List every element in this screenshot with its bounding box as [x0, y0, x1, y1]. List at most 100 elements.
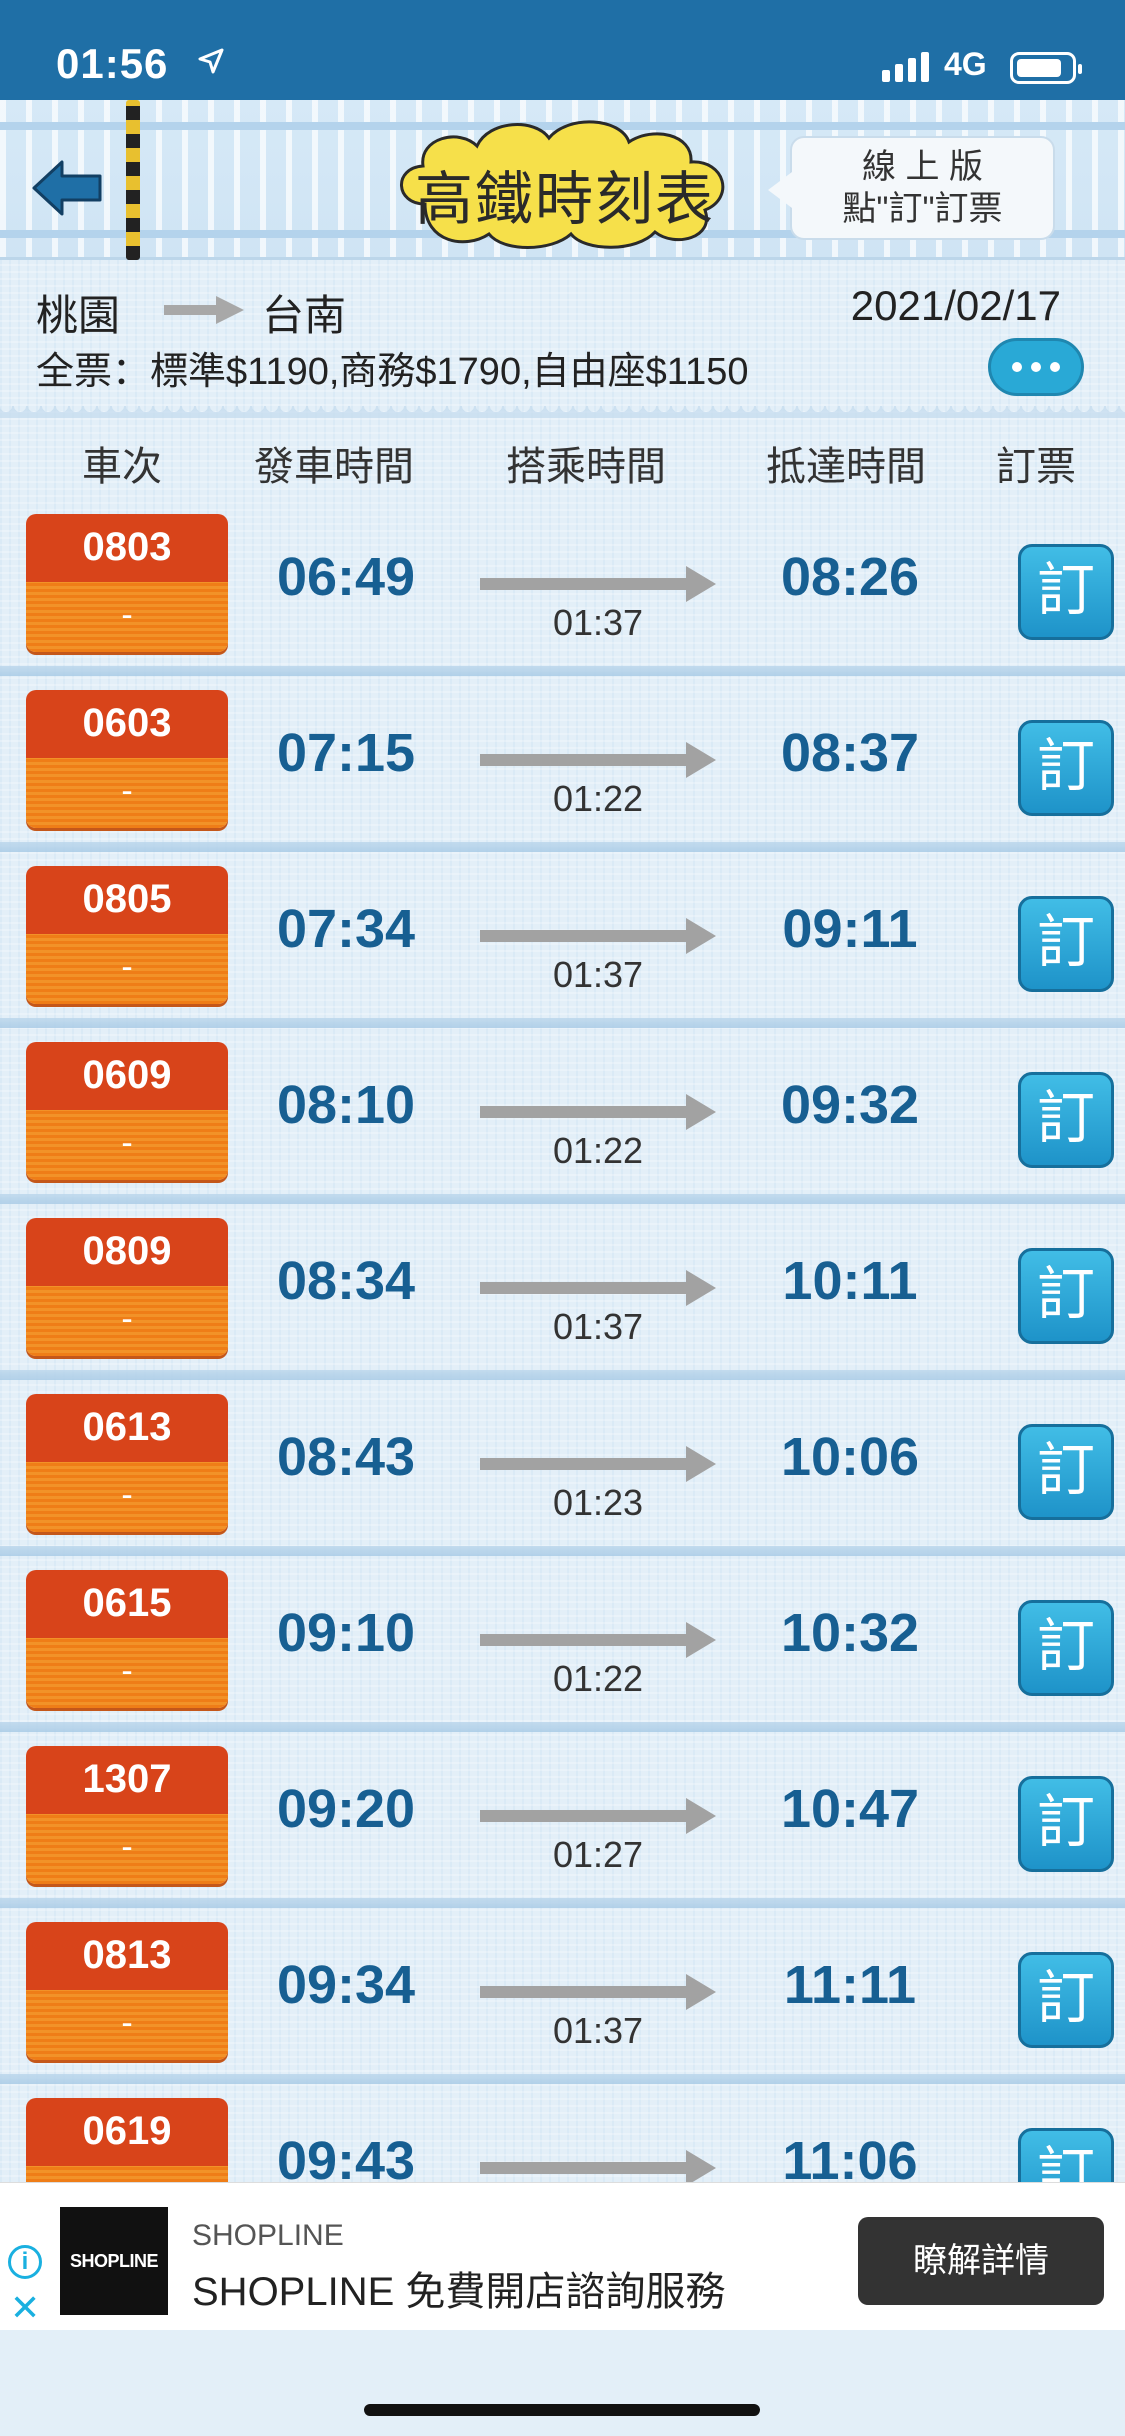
ad-info-icon[interactable]: i: [8, 2245, 42, 2279]
book-button[interactable]: 訂: [1018, 1600, 1114, 1696]
route-info: 桃園 台南 2021/02/17 全票：標準$1190,商務$1790,自由座$…: [0, 262, 1125, 412]
train-badge: 0813-: [26, 1922, 228, 2060]
train-note: -: [26, 1990, 228, 2060]
ride-duration: 01:22: [552, 1130, 644, 1171]
book-button[interactable]: 訂: [1018, 1952, 1114, 2048]
table-row: 0813- 09:34 01:37 11:11 訂: [0, 1908, 1125, 2084]
train-note: -: [26, 1110, 228, 1180]
ride-arrow-icon: [480, 1270, 716, 1306]
more-dot-icon: [1050, 362, 1060, 372]
timetable-list: 0803-06:49 01:37 08:26 訂 0603-07:15 01:22 08:3…: [0, 500, 1125, 2182]
header-booking: 訂票: [996, 445, 1076, 489]
ride-duration: 01:37: [552, 2010, 644, 2051]
ride-arrow-icon: [480, 1798, 716, 1834]
ride-duration: 01:22: [552, 1658, 644, 1699]
train-note: -: [26, 1286, 228, 1356]
book-button[interactable]: 訂: [1018, 1424, 1114, 1520]
train-badge: 0803-: [26, 514, 228, 652]
arrival-time: 11:06: [782, 2131, 918, 2182]
ride-arrow-icon: [480, 742, 716, 778]
origin-station: 桃園: [36, 292, 121, 339]
ride-duration: 01:37: [552, 602, 644, 643]
divider: [0, 406, 1125, 418]
book-button[interactable]: 訂: [1018, 544, 1114, 640]
book-button[interactable]: 訂: [1018, 720, 1114, 816]
book-button[interactable]: 訂: [1018, 1248, 1114, 1344]
ride-arrow-icon: [480, 1446, 716, 1482]
ride-arrow-icon: [480, 1094, 716, 1130]
route-arrow-icon: [164, 296, 244, 324]
arrival-time: 10:06: [780, 1427, 920, 1487]
table-row: 0803-06:49 01:37 08:26 訂: [0, 500, 1125, 676]
departure-time: 08:34: [276, 1251, 416, 1311]
online-booking-button[interactable]: 線 上 版 點"訂"訂票: [768, 136, 1055, 240]
travel-date: 2021/02/17: [850, 282, 1061, 329]
more-dot-icon: [1012, 362, 1022, 372]
book-button[interactable]: 訂: [1018, 2128, 1114, 2182]
train-badge: 0805-: [26, 866, 228, 1004]
book-button[interactable]: 訂: [1018, 1776, 1114, 1872]
departure-time: 08:43: [276, 1427, 416, 1487]
train-note: -: [26, 1814, 228, 1884]
table-row: 0609-08:10 01:22 09:32 訂: [0, 1028, 1125, 1204]
train-number: 1307: [26, 1746, 228, 1814]
signal-icon: [882, 52, 929, 82]
ride-duration: 01:22: [552, 778, 644, 819]
header-duration: 搭乘時間: [506, 445, 666, 489]
app-screen: 01:56 4G 高鐵時刻表 線 上 版 點"訂"訂票 桃園 台南 2021/0…: [0, 0, 1125, 2436]
train-number: 0613: [26, 1394, 228, 1462]
page-title: 高鐵時刻表: [414, 165, 715, 233]
train-badge: 0609-: [26, 1042, 228, 1180]
train-note: -: [26, 1638, 228, 1708]
departure-time: 09:43: [276, 2131, 416, 2182]
departure-time: 07:34: [276, 899, 416, 959]
ad-logo: SHOPLINE: [60, 2207, 168, 2315]
ride-duration: 01:37: [552, 1306, 644, 1347]
departure-time: 07:15: [276, 723, 416, 783]
more-options-button[interactable]: [988, 338, 1084, 396]
train-badge: 0809-: [26, 1218, 228, 1356]
title-cloud: 高鐵時刻表: [385, 112, 745, 252]
crossing-pole: [126, 100, 140, 260]
ad-brand: SHOPLINE: [192, 2219, 344, 2252]
ad-close-icon[interactable]: ✕: [10, 2287, 40, 2329]
home-indicator[interactable]: [364, 2404, 760, 2416]
table-row: 0805-07:34 01:37 09:11 訂: [0, 852, 1125, 1028]
book-button[interactable]: 訂: [1018, 896, 1114, 992]
ride-arrow-icon: [480, 2150, 716, 2182]
ride-arrow-icon: [480, 1974, 716, 2010]
table-row: 0613-08:43 01:23 10:06 訂: [0, 1380, 1125, 1556]
arrival-time: 10:32: [780, 1603, 920, 1663]
ride-arrow-icon: [480, 566, 716, 602]
train-number: 0803: [26, 514, 228, 582]
more-dot-icon: [1031, 362, 1041, 372]
table-row: 0809-08:34 01:37 10:11 訂: [0, 1204, 1125, 1380]
train-number: 0809: [26, 1218, 228, 1286]
train-note: -: [26, 1462, 228, 1532]
book-button[interactable]: 訂: [1018, 1072, 1114, 1168]
fare-info: 全票：標準$1190,商務$1790,自由座$1150: [36, 351, 749, 393]
network-label: 4G: [944, 46, 987, 82]
bottom-area: [0, 2330, 1125, 2436]
status-bar: 01:56 4G: [0, 0, 1125, 100]
train-number: 0805: [26, 866, 228, 934]
train-note: -: [26, 934, 228, 1004]
ride-duration: 01:23: [552, 1482, 644, 1523]
train-number: 0619: [26, 2098, 228, 2166]
table-row: 0603-07:15 01:22 08:37 訂: [0, 676, 1125, 852]
app-header: 高鐵時刻表 線 上 版 點"訂"訂票: [0, 100, 1125, 260]
arrival-time: 08:37: [780, 723, 920, 783]
arrival-time: 11:11: [783, 1955, 917, 2015]
train-number: 0603: [26, 690, 228, 758]
location-arrow-icon: [198, 48, 224, 74]
back-arrow-icon[interactable]: [30, 156, 104, 220]
ad-cta-button[interactable]: 瞭解詳情: [858, 2217, 1104, 2305]
online-label: 線 上 版: [862, 148, 983, 186]
arrival-time: 08:26: [780, 547, 920, 607]
departure-time: 09:34: [276, 1955, 416, 2015]
status-time: 01:56: [56, 40, 169, 87]
ad-banner[interactable]: i ✕ SHOPLINE SHOPLINE SHOPLINE 免費開店諮詢服務 …: [0, 2182, 1125, 2330]
destination-station: 台南: [262, 292, 347, 339]
header-departure: 發車時間: [254, 445, 414, 489]
train-number: 0609: [26, 1042, 228, 1110]
